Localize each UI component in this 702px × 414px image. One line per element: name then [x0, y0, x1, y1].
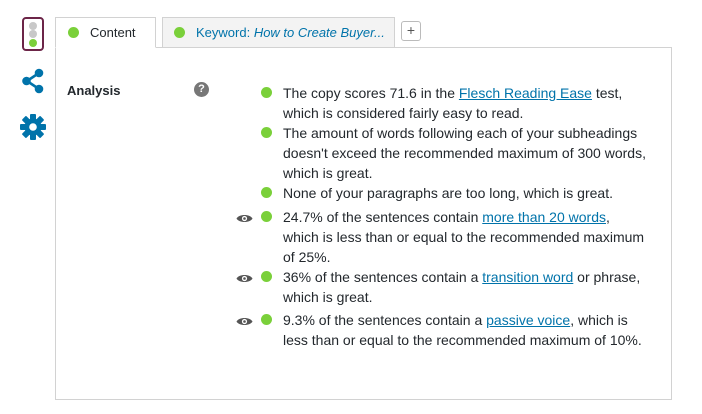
share-icon[interactable] — [20, 68, 46, 94]
analysis-label: Analysis — [67, 83, 121, 98]
add-keyword-button[interactable]: + — [401, 21, 421, 41]
tab-status-dot — [174, 27, 185, 38]
traffic-light-dot — [29, 39, 37, 47]
tab-content[interactable]: Content — [55, 17, 156, 48]
status-good-icon — [261, 187, 272, 198]
tab-keyword[interactable]: Keyword: How to Create Buyer... — [162, 17, 395, 48]
traffic-light-dot — [29, 22, 37, 30]
eye-icon[interactable] — [236, 211, 253, 223]
result-link[interactable]: Flesch Reading Ease — [459, 85, 592, 101]
gear-icon[interactable] — [19, 113, 47, 141]
eye-icon[interactable] — [236, 314, 253, 326]
result-link[interactable]: passive voice — [486, 312, 570, 328]
tab-keyword-title: How to Create Buyer... — [253, 25, 385, 40]
eye-icon[interactable] — [236, 271, 253, 283]
tab-status-dot — [68, 27, 79, 38]
traffic-light-icon[interactable] — [22, 17, 44, 51]
status-good-icon — [261, 211, 272, 222]
result-text: 24.7% of the sentences contain more than… — [283, 209, 645, 265]
status-good-icon — [261, 127, 272, 138]
result-link[interactable]: transition word — [482, 269, 573, 285]
traffic-light-dot — [29, 30, 37, 38]
tab-label: Content — [90, 25, 136, 40]
result-text: The copy scores 71.6 in the Flesch Readi… — [283, 85, 623, 121]
status-good-icon — [261, 87, 272, 98]
help-icon[interactable]: ? — [194, 82, 209, 97]
result-text: 9.3% of the sentences contain a passive … — [283, 312, 642, 348]
result-text: None of your paragraphs are too long, wh… — [283, 185, 613, 201]
result-text: The amount of words following each of yo… — [283, 125, 646, 181]
status-good-icon — [261, 271, 272, 282]
result-text: 36% of the sentences contain a transitio… — [283, 269, 641, 305]
status-good-icon — [261, 314, 272, 325]
tab-keyword-prefix: Keyword: — [196, 25, 254, 40]
result-link[interactable]: more than 20 words — [482, 209, 606, 225]
